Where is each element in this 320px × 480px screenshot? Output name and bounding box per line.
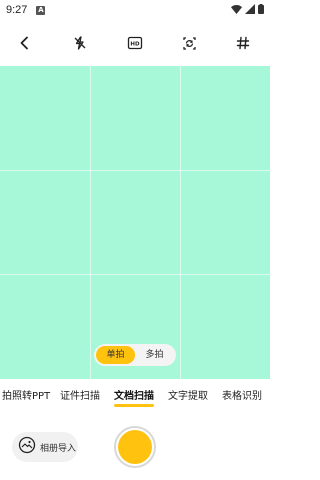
signal-icon (245, 3, 255, 17)
hd-icon[interactable]: HD (125, 33, 145, 53)
grid-line (0, 170, 270, 171)
back-arrow-icon[interactable] (15, 33, 35, 53)
grid-line (90, 66, 91, 379)
album-icon (18, 436, 36, 458)
camera-preview[interactable] (0, 66, 270, 379)
shutter-inner (118, 430, 152, 464)
album-import-button[interactable]: 相册导入 (12, 432, 78, 462)
multi-shot-option[interactable]: 多拍 (135, 346, 174, 364)
single-shot-option[interactable]: 单拍 (96, 346, 135, 364)
status-time: 9:27 (6, 4, 28, 16)
mode-item-id-scan[interactable]: 证件扫描 (60, 388, 100, 408)
grid-icon[interactable] (233, 33, 253, 53)
grid-line (180, 66, 181, 379)
shutter-button[interactable] (114, 426, 156, 468)
active-mode-underline (114, 404, 154, 407)
scan-mode-bar: 拍照转PPT 证件扫描 文档扫描 文字提取 表格识别 (0, 388, 270, 410)
mode-item-ppt[interactable]: 拍照转PPT (2, 388, 50, 408)
mode-item-text-extract[interactable]: 文字提取 (168, 388, 208, 408)
mode-item-table-recognize[interactable]: 表格识别 (222, 388, 262, 408)
grid-line (0, 274, 270, 275)
status-icons (231, 3, 264, 17)
camera-toolbar: HD (0, 27, 270, 59)
mode-item-document-scan[interactable]: 文档扫描 (114, 388, 154, 408)
album-import-label: 相册导入 (40, 443, 77, 454)
status-bar: 9:27 A (0, 0, 270, 20)
mode-item-label: 文档扫描 (114, 391, 154, 402)
svg-text:HD: HD (130, 42, 140, 48)
flash-off-icon[interactable] (70, 33, 90, 53)
battery-icon (258, 3, 264, 17)
notification-badge: A (36, 5, 46, 15)
wifi-icon (231, 4, 242, 17)
shot-mode-toggle: 单拍 多拍 (94, 344, 176, 366)
camera-switch-icon[interactable] (179, 33, 199, 53)
